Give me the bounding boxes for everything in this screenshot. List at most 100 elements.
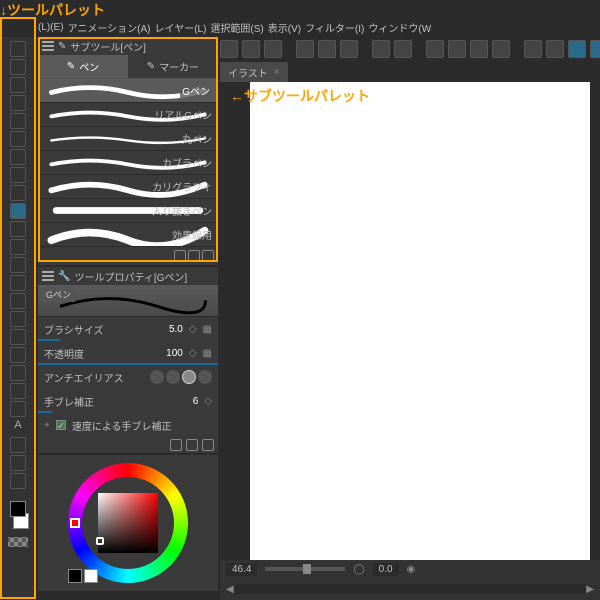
zoom-slider[interactable] [265, 567, 345, 571]
grid-icon[interactable] [426, 40, 444, 58]
tab-marker[interactable]: ✎ マーカー [128, 55, 218, 79]
asset-icon[interactable] [394, 40, 412, 58]
brush-size-value[interactable]: 5.0 [169, 324, 183, 335]
menu-item[interactable]: 選択範囲(S) [210, 20, 263, 35]
tab-pen[interactable]: ✎ ペン [38, 55, 128, 79]
transparent-color-swatch[interactable] [8, 537, 28, 547]
circle-icon[interactable]: ◯ [353, 564, 364, 575]
register-icon[interactable] [186, 439, 198, 451]
subtool-item-kabura[interactable]: カブラペン [38, 151, 218, 175]
correct-line-tool[interactable] [10, 455, 26, 471]
snap-icon[interactable] [470, 40, 488, 58]
dynamics-icon[interactable]: ▦ [203, 348, 212, 359]
opacity-value[interactable]: 100 [166, 348, 183, 359]
move-tool[interactable] [10, 59, 26, 75]
subtool-item-real-gpen[interactable]: リアルGペン [38, 103, 218, 127]
canvas[interactable] [250, 82, 590, 560]
menu-item[interactable]: フィルター(I) [305, 20, 364, 35]
subtool-palette-header[interactable]: ✎ サブツール[ペン] [38, 37, 218, 55]
menu-item[interactable]: ウィンドウ(W [368, 20, 431, 35]
aa-strong-icon[interactable] [198, 370, 212, 384]
subtool-item-marupen[interactable]: 丸ペン [38, 127, 218, 151]
cloud-icon[interactable] [372, 40, 390, 58]
open-file-icon[interactable] [242, 40, 260, 58]
subtool-item-calligraphy[interactable]: カリグラフィ [38, 175, 218, 199]
hand-tool[interactable] [10, 77, 26, 93]
eraser-tool[interactable] [10, 293, 26, 309]
menu-item[interactable]: (L)(E) [38, 22, 64, 33]
horizontal-scrollbar[interactable] [234, 584, 587, 594]
speed-stabilize-row[interactable]: + ✓ 速度による手ブレ補正 [38, 413, 218, 437]
figure-tool[interactable] [10, 365, 26, 381]
expand-icon[interactable]: + [44, 420, 50, 431]
stabilize-value[interactable]: 6 [193, 396, 199, 407]
wrench-icon[interactable] [202, 439, 214, 451]
menu-icon[interactable] [42, 271, 54, 281]
text-tool[interactable]: A [10, 419, 26, 435]
frame-tool[interactable] [10, 383, 26, 399]
slider-knob[interactable] [303, 564, 311, 574]
layer-move-tool[interactable] [10, 113, 26, 129]
balloon-tool[interactable] [10, 437, 26, 453]
aa-weak-icon[interactable] [166, 370, 180, 384]
operation-tool[interactable] [10, 95, 26, 111]
blend-tool[interactable] [10, 311, 26, 327]
eyedropper-tool[interactable] [10, 185, 26, 201]
brush-tool[interactable] [10, 239, 26, 255]
save-icon[interactable] [264, 40, 282, 58]
marquee-icon[interactable] [448, 40, 466, 58]
lasso-tool[interactable] [10, 167, 26, 183]
subtool-item-gpen[interactable]: Gペン [38, 79, 218, 103]
saturation-value-box[interactable] [98, 493, 158, 553]
reset-icon[interactable] [170, 439, 182, 451]
delete-icon[interactable] [340, 40, 358, 58]
snap-grid-icon[interactable] [590, 40, 600, 58]
pencil-tool[interactable] [10, 221, 26, 237]
snap-ruler-icon[interactable] [568, 40, 586, 58]
aa-none-icon[interactable] [150, 370, 164, 384]
subtool-item-effectline[interactable]: 効果線用 [38, 223, 218, 247]
delete-subtool-icon[interactable] [202, 250, 214, 262]
sv-cursor[interactable] [96, 537, 104, 545]
checkbox[interactable]: ✓ [56, 420, 66, 430]
misc-tool[interactable] [10, 473, 26, 489]
pen-tool[interactable] [10, 203, 26, 219]
dynamics-icon[interactable]: ▦ [203, 324, 212, 335]
color-wheel[interactable] [68, 463, 188, 583]
scroll-right-icon[interactable]: ▶ [586, 584, 594, 595]
subtool-item-tapered[interactable]: 入り抜きペン [38, 199, 218, 223]
aa-medium-icon[interactable] [182, 370, 196, 384]
brush-size-row[interactable]: ブラシサイズ 5.0 ◇ ▦ [38, 317, 218, 341]
ruler-tool[interactable] [10, 401, 26, 417]
menu-item[interactable]: アニメーション(A) [68, 20, 151, 35]
reset-rotation-icon[interactable]: ◉ [407, 564, 416, 575]
perspective-icon[interactable] [546, 40, 564, 58]
decoration-tool[interactable] [10, 275, 26, 291]
scroll-left-icon[interactable]: ◀ [226, 584, 234, 595]
menu-item[interactable]: 表示(V) [268, 20, 301, 35]
opacity-row[interactable]: 不透明度 100 ◇ ▦ [38, 341, 218, 365]
property-header[interactable]: 🔧 ツールプロパティ[Gペン] [38, 267, 218, 285]
hue-cursor[interactable] [70, 518, 80, 528]
redo-icon[interactable] [318, 40, 336, 58]
undo-icon[interactable] [296, 40, 314, 58]
airbrush-tool[interactable] [10, 257, 26, 273]
stabilize-row[interactable]: 手ブレ補正 6 ◇ [38, 389, 218, 413]
add-subtool-icon[interactable] [188, 250, 200, 262]
stepper-icon[interactable]: ◇ [189, 348, 197, 359]
zoom-tool[interactable] [10, 41, 26, 57]
new-file-icon[interactable] [220, 40, 238, 58]
menu-item[interactable]: レイヤー(L) [155, 20, 207, 35]
foreground-color-swatch[interactable] [10, 501, 26, 517]
stepper-icon[interactable]: ◇ [204, 396, 212, 407]
antialias-options[interactable] [150, 370, 212, 384]
marquee-tool[interactable] [10, 131, 26, 147]
zoom-value[interactable]: 46.4 [226, 563, 257, 576]
canvas-tab[interactable]: イラスト × [220, 62, 288, 82]
main-color-swatch[interactable] [68, 569, 82, 583]
duplicate-subtool-icon[interactable] [174, 250, 186, 262]
ruler-icon[interactable] [524, 40, 542, 58]
snap2-icon[interactable] [492, 40, 510, 58]
auto-select-tool[interactable] [10, 149, 26, 165]
close-icon[interactable]: × [274, 67, 280, 78]
